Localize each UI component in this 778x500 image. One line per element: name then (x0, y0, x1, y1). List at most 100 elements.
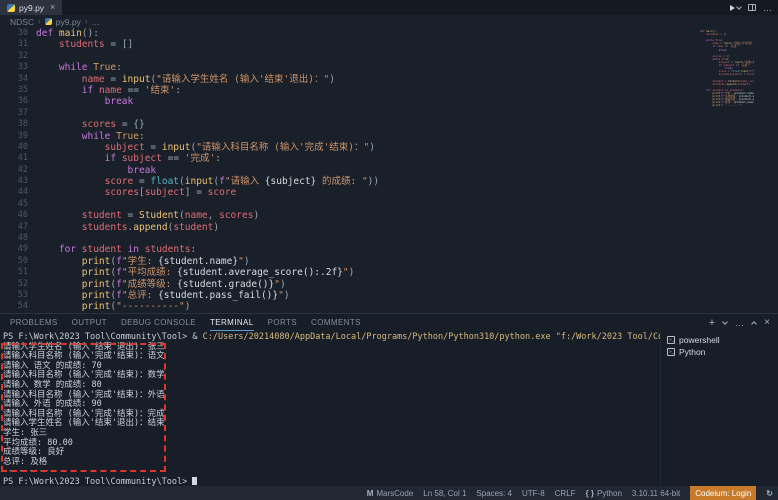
code-token: {subject} (265, 176, 316, 187)
code-token: = (105, 39, 122, 50)
breadcrumb-item-folder[interactable]: NDSC (10, 17, 34, 27)
code-token: students (713, 83, 726, 86)
breadcrumb-item-file[interactable]: py9.py (56, 17, 81, 27)
code-line: 54 print("----------") (0, 301, 778, 312)
python-file-icon (7, 4, 15, 12)
code-token: "----------" (722, 104, 741, 107)
editor-more-button[interactable]: … (763, 3, 772, 13)
panel-actions: + … × (709, 314, 770, 331)
tab-close-icon[interactable]: × (50, 3, 55, 12)
status-item-codeium[interactable]: Codeium: Login (690, 486, 756, 500)
panel-tab-bar: PROBLEMS OUTPUT DEBUG CONSOLE TERMINAL PORTS… (0, 314, 778, 331)
panel-close-icon[interactable]: × (764, 317, 770, 328)
code-token: subject (122, 153, 162, 164)
status-item-cursor-position[interactable]: Ln 58, Col 1 (423, 489, 466, 498)
code-token: for (59, 244, 76, 255)
code-token: '完成' (741, 64, 749, 67)
code-token: ) (284, 290, 290, 301)
code-token (36, 62, 59, 73)
code-token: '结束' (730, 45, 738, 48)
run-button[interactable] (730, 5, 741, 11)
panel-more-button[interactable]: … (735, 318, 744, 328)
code-line: 39 while True: (0, 131, 778, 142)
status-item-encoding[interactable]: UTF-8 (522, 489, 545, 498)
code-line: 40 subject = input("请输入科目名称 (输入'完成'结束)："… (0, 142, 778, 153)
panel-tab-debug-console[interactable]: DEBUG CONSOLE (121, 314, 196, 331)
terminal-list-label: Python (679, 347, 705, 357)
breadcrumb-separator: › (85, 17, 88, 26)
terminal-output-text: 请输入学生姓名 (输入'结束'退出)：结束 (3, 418, 165, 428)
status-item-marscode[interactable]: MMarsCode (367, 489, 414, 498)
run-dropdown-chevron-icon[interactable] (736, 4, 742, 10)
status-item-interpreter[interactable]: 3.10.11 64-bit (632, 489, 680, 498)
tab-label: py9.py (19, 3, 44, 13)
status-item-indentation[interactable]: Spaces: 4 (476, 489, 512, 498)
panel-tab-problems[interactable]: PROBLEMS (10, 314, 58, 331)
panel-tab-output[interactable]: OUTPUT (72, 314, 107, 331)
code-token: : (116, 62, 122, 73)
new-terminal-button[interactable]: + (709, 318, 715, 328)
terminal-prompt: PS F:\Work\2023 Tool\Community\Tool> (3, 332, 192, 342)
terminal-dropdown-chevron-icon[interactable] (722, 319, 728, 325)
split-editor-button[interactable] (748, 4, 756, 11)
line-number: 42 (0, 165, 36, 176)
status-item-feedback[interactable]: ↻ (766, 489, 773, 498)
code-line: 45 (0, 199, 778, 210)
editor-actions: … (730, 0, 772, 15)
code-token: ) (369, 142, 375, 153)
code-token: name (185, 210, 208, 221)
code-token: 的成绩: " (316, 176, 367, 187)
code-token: main (59, 28, 82, 39)
code-token: score (105, 176, 134, 187)
code-token: {student.pass_fail()} (158, 290, 278, 301)
run-icon (730, 5, 735, 11)
code-token: student (82, 210, 122, 221)
code-token: subject (145, 187, 185, 198)
code-token: name (99, 85, 122, 96)
code-token (36, 187, 105, 198)
line-number: 31 (0, 39, 36, 50)
terminal-line: 总评: 及格 (3, 458, 660, 468)
terminal-list-item-powershell[interactable]: >_powershell (661, 334, 778, 346)
line-number: 34 (0, 74, 36, 85)
panel-tab-comments[interactable]: COMMENTS (311, 314, 361, 331)
line-number: 37 (0, 108, 36, 119)
panel-tab-ports[interactable]: PORTS (268, 314, 297, 331)
panel-body: PS F:\Work\2023 Tool\Community\Tool> & C… (0, 331, 778, 487)
code-line: 43 score = float(input(f"请输入 {subject} 的… (0, 176, 778, 187)
panel-maximize-chevron-icon[interactable] (751, 321, 757, 327)
minimap[interactable]: def main(): students = [] while True: na… (700, 30, 754, 110)
terminal[interactable]: PS F:\Work\2023 Tool\Community\Tool> & C… (0, 331, 660, 487)
status-item-eol[interactable]: CRLF (555, 489, 576, 498)
panel-tab-terminal[interactable]: TERMINAL (210, 314, 254, 331)
code-token: print (82, 290, 111, 301)
code-token: scores (105, 187, 139, 198)
status-item-language-mode[interactable]: { }Python (586, 489, 622, 498)
code-token: score (208, 187, 237, 198)
status-item-label: Ln 58, Col 1 (423, 489, 466, 498)
code-token: "平均成绩: (122, 267, 177, 278)
code-content: score = float(input(f"请输入 {subject} 的成绩:… (36, 176, 379, 187)
code-token: subject (730, 73, 741, 76)
code-area[interactable]: 30def main():31 students = []3233 while … (0, 28, 778, 313)
code-token: : (749, 64, 751, 67)
code-token (36, 279, 82, 290)
terminal-list-item-python[interactable]: >_Python (661, 346, 778, 358)
code-token (36, 210, 82, 221)
code-token: "总评: (122, 290, 158, 301)
code-token: score (747, 73, 754, 76)
code-token: print (82, 256, 111, 267)
terminal-output-text: 请输入科目名称 (输入'完成'结束)：数学 (3, 370, 165, 380)
editor[interactable]: 30def main():31 students = []3233 while … (0, 28, 778, 313)
code-token: student (738, 83, 749, 86)
tab-py9[interactable]: py9.py × (0, 0, 62, 15)
terminal-output-text: 请输入 外语 的成绩: 90 (3, 399, 102, 409)
terminal-line: 请输入学生姓名 (输入'结束'退出)：结束 (3, 419, 660, 429)
code-token: True (116, 131, 139, 142)
code-token: students (145, 244, 191, 255)
code-token: while (59, 62, 88, 73)
code-line: 32 (0, 51, 778, 62)
breadcrumb-item-symbol[interactable]: … (91, 17, 100, 27)
status-item-label: Codeium: Login (695, 489, 751, 498)
code-line: 46 student = Student(name, scores) (0, 210, 778, 221)
